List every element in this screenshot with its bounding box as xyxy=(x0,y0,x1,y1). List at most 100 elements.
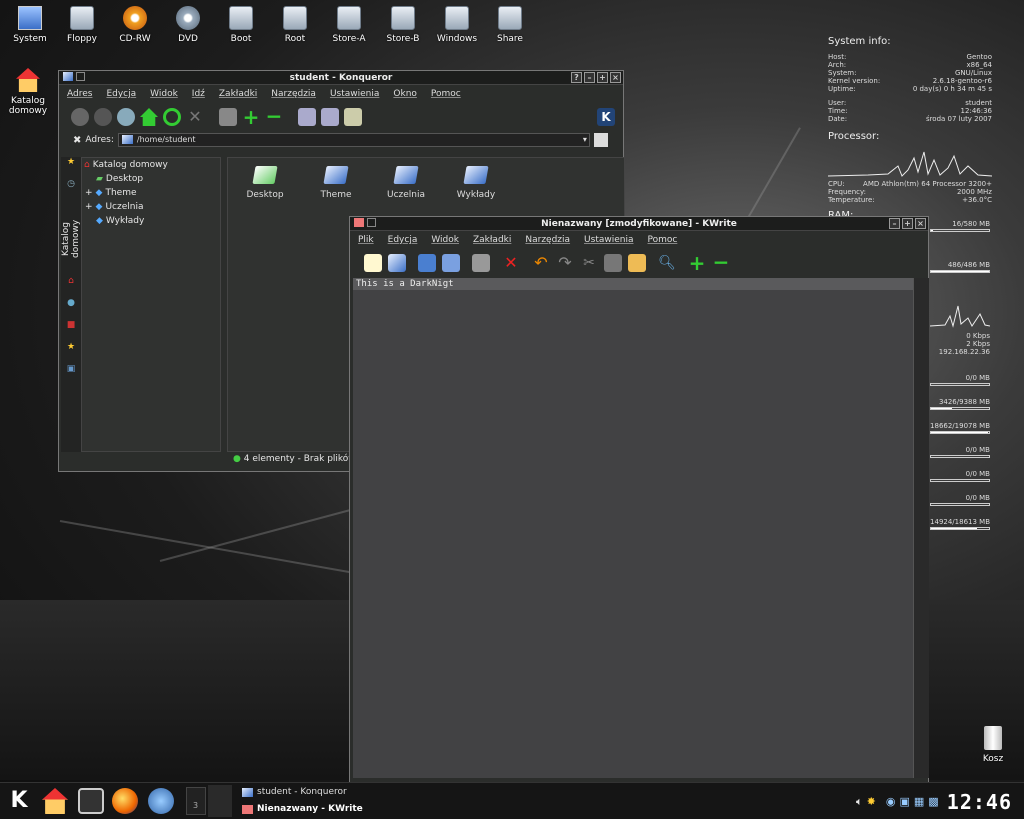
zoom-in-icon[interactable]: + xyxy=(688,253,706,273)
go-icon[interactable] xyxy=(593,133,608,147)
menu-edycja[interactable]: Edycja xyxy=(106,89,136,99)
redo-icon[interactable]: ↷ xyxy=(556,254,574,272)
zoom-out-icon[interactable]: − xyxy=(712,252,730,272)
menu-pomoc[interactable]: Pomoc xyxy=(648,235,678,245)
history-tab-icon[interactable]: ◷ xyxy=(61,179,81,201)
print-icon[interactable] xyxy=(472,254,490,272)
window-menu-icon[interactable] xyxy=(63,72,73,81)
brightness-icon[interactable]: ✸ xyxy=(867,795,876,809)
undo-icon[interactable]: ↶ xyxy=(532,254,550,272)
menu-okno[interactable]: Okno xyxy=(393,89,417,99)
tree-item-uczelnia[interactable]: + ◆ Uczelnia xyxy=(82,200,220,214)
close-button[interactable]: × xyxy=(915,218,926,229)
clear-location-icon[interactable]: ✖ xyxy=(73,135,81,146)
menu-ustawienia[interactable]: Ustawienia xyxy=(584,235,633,245)
home-launcher-icon[interactable] xyxy=(42,788,68,814)
tab-home-folder[interactable]: Katalog domowy xyxy=(61,201,81,276)
paste-icon[interactable] xyxy=(628,254,646,272)
network-tab-icon[interactable]: ● xyxy=(61,298,81,320)
back-icon[interactable] xyxy=(71,108,89,126)
menu-ustawienia[interactable]: Ustawienia xyxy=(330,89,379,99)
tree-item-wyklady[interactable]: ◆ Wykłady xyxy=(82,214,220,228)
pager-preview[interactable] xyxy=(208,785,232,817)
desktop-icon-root[interactable]: Root xyxy=(265,6,325,44)
tree-item-theme[interactable]: + ◆ Theme xyxy=(82,186,220,200)
close-button[interactable]: × xyxy=(610,72,621,83)
firefox-launcher-icon[interactable] xyxy=(112,788,138,814)
tree-item-home[interactable]: ⌂ Katalog domowy xyxy=(82,158,220,172)
desktop-icon-windows[interactable]: Windows xyxy=(427,6,487,44)
desktop-icon-dvd[interactable]: DVD xyxy=(158,6,218,44)
thunderbird-launcher-icon[interactable] xyxy=(148,788,174,814)
minimize-button[interactable]: – xyxy=(584,72,595,83)
menu-adres[interactable]: Adres xyxy=(67,89,92,99)
desktop-icon-cdrw[interactable]: CD-RW xyxy=(105,6,165,44)
maximize-button[interactable]: + xyxy=(902,218,913,229)
menu-edycja[interactable]: Edycja xyxy=(388,235,418,245)
menu-pomoc[interactable]: Pomoc xyxy=(431,89,461,99)
klipper-icon[interactable]: ◉ xyxy=(886,795,896,809)
sticky-icon[interactable] xyxy=(367,218,376,227)
copy-icon[interactable] xyxy=(604,254,622,272)
expand-icon[interactable]: + xyxy=(85,186,93,200)
task-konqueror[interactable]: student - Konqueror xyxy=(242,787,347,797)
dropdown-icon[interactable]: ▾ xyxy=(583,134,587,146)
desktop-icon-system[interactable]: System xyxy=(0,6,60,44)
print-icon[interactable] xyxy=(219,108,237,126)
save-icon[interactable] xyxy=(418,254,436,272)
favorites-tab-icon[interactable]: ★ xyxy=(61,342,81,364)
home-icon[interactable] xyxy=(140,108,158,126)
file-theme[interactable]: Theme xyxy=(306,166,366,200)
stop-icon[interactable]: ✕ xyxy=(186,108,204,126)
menu-plik[interactable]: Plik xyxy=(358,235,374,245)
menu-narzedzia[interactable]: Narzędzia xyxy=(271,89,316,99)
maximize-button[interactable]: + xyxy=(597,72,608,83)
desktop-icon-store-a[interactable]: Store-A xyxy=(319,6,379,44)
konqueror-titlebar[interactable]: student - Konqueror ? – + × xyxy=(59,71,623,85)
window-menu-icon[interactable] xyxy=(354,218,364,227)
minimize-button[interactable]: – xyxy=(889,218,900,229)
desktop-icon-floppy[interactable]: Floppy xyxy=(52,6,112,44)
kde-tray-icon[interactable]: ▩ xyxy=(928,795,938,809)
desktop-icon-share[interactable]: Share xyxy=(480,6,540,44)
file-uczelnia[interactable]: Uczelnia xyxy=(376,166,436,200)
volume-icon[interactable]: 🔈︎ xyxy=(856,795,863,809)
address-input[interactable]: /home/student ▾ xyxy=(117,133,590,147)
text-editor[interactable]: This is a DarkNigt xyxy=(353,278,913,778)
open-file-icon[interactable] xyxy=(388,254,406,272)
find-icon[interactable]: 🔍︎ xyxy=(658,254,676,272)
expand-icon[interactable]: + xyxy=(85,200,93,214)
bookmarks-tab-icon[interactable]: ★ xyxy=(61,157,81,179)
zoom-out-icon[interactable]: − xyxy=(265,106,283,126)
desktop-icon-boot[interactable]: Boot xyxy=(211,6,271,44)
file-wyklady[interactable]: Wykłady xyxy=(446,166,506,200)
sticky-icon[interactable] xyxy=(76,72,85,81)
menu-zakladki[interactable]: Zakładki xyxy=(473,235,511,245)
tree-item-desktop[interactable]: ▰ Desktop xyxy=(82,172,220,186)
devices-tab-icon[interactable]: ▣ xyxy=(61,364,81,386)
view-tree-icon[interactable] xyxy=(344,108,362,126)
file-desktop[interactable]: Desktop xyxy=(235,166,295,200)
desktop-pager[interactable]: 3 xyxy=(186,787,206,815)
kwrite-titlebar[interactable]: Nienazwany [zmodyfikowane] - KWrite – + … xyxy=(350,217,928,231)
close-document-icon[interactable]: ✕ xyxy=(502,254,520,272)
new-file-icon[interactable] xyxy=(364,254,382,272)
home-tab-icon[interactable]: ⌂ xyxy=(61,276,81,298)
reload-icon[interactable] xyxy=(163,108,181,126)
view-list-icon[interactable] xyxy=(321,108,339,126)
network-tray-icon[interactable]: ▣ xyxy=(899,795,909,809)
view-icons-icon[interactable] xyxy=(298,108,316,126)
kmenu-icon[interactable]: K xyxy=(6,788,32,814)
forward-icon[interactable] xyxy=(94,108,112,126)
clock[interactable]: 12:46 xyxy=(947,790,1012,814)
save-as-icon[interactable] xyxy=(442,254,460,272)
menu-widok[interactable]: Widok xyxy=(431,235,459,245)
menu-narzedzia[interactable]: Narzędzia xyxy=(525,235,570,245)
terminal-launcher-icon[interactable] xyxy=(78,788,104,814)
desktop-icon-home[interactable]: Katalog domowy xyxy=(0,68,56,116)
task-kwrite[interactable]: Nienazwany - KWrite xyxy=(242,804,363,814)
desktop-icon-trash[interactable]: Kosz xyxy=(963,726,1023,764)
cut-icon[interactable]: ✂ xyxy=(580,254,598,272)
menu-widok[interactable]: Widok xyxy=(150,89,178,99)
services-tab-icon[interactable]: ■ xyxy=(61,320,81,342)
